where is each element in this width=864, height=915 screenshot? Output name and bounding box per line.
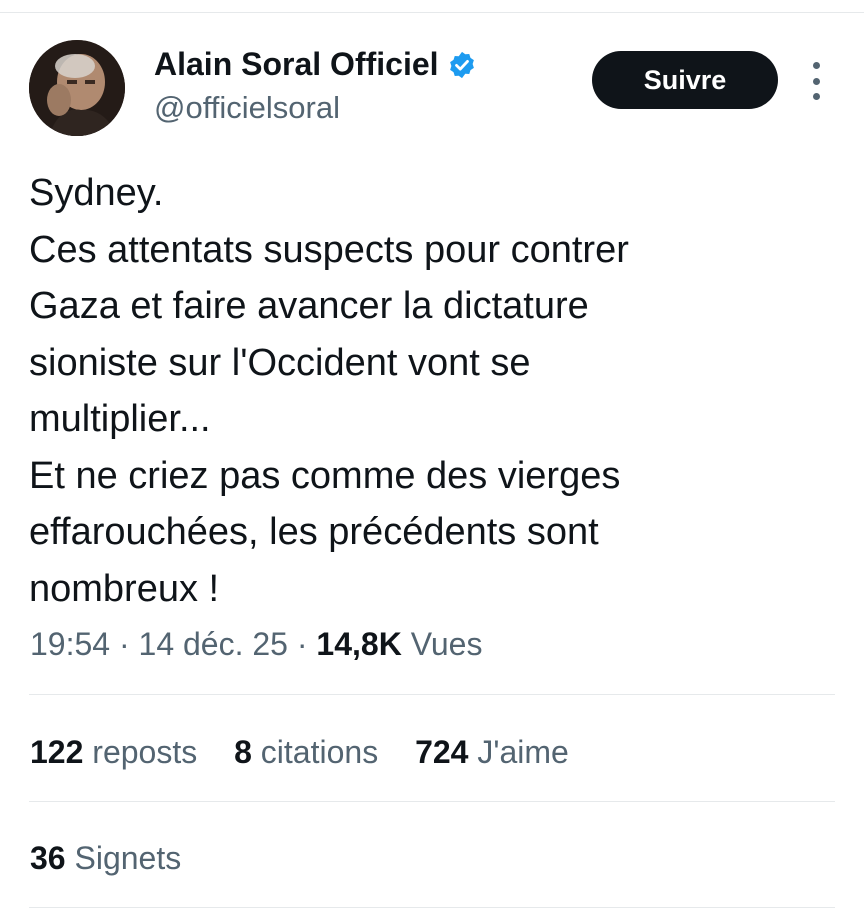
quotes-count: 8 <box>234 734 252 770</box>
more-dot <box>812 77 820 85</box>
likes-count: 724 <box>415 734 469 770</box>
divider <box>29 694 835 695</box>
tweet-line: multiplier... <box>29 398 211 440</box>
reposts-stat[interactable]: 122 reposts <box>30 730 197 774</box>
more-dot <box>812 93 820 100</box>
divider <box>29 907 835 908</box>
engagement-stats: 122 reposts 8 citations 724 J'aime <box>30 730 597 774</box>
follow-button[interactable]: Suivre <box>592 51 778 109</box>
tweet-line: sioniste sur l'Occident vont se <box>29 341 531 384</box>
meta-separator: · <box>296 626 308 662</box>
tweet-line: Gaza et faire avancer la dictature <box>29 285 589 327</box>
top-divider <box>0 12 864 13</box>
bookmarks-count: 36 <box>30 840 66 876</box>
reposts-label: reposts <box>92 734 198 770</box>
avatar-photo <box>29 40 125 136</box>
tweet-line: Sydney. <box>29 172 164 214</box>
reposts-count: 122 <box>30 734 84 770</box>
avatar[interactable] <box>29 40 125 136</box>
divider <box>29 801 835 802</box>
quotes-label: citations <box>260 734 379 770</box>
tweet-line: Et ne criez pas comme des vierges <box>29 454 621 497</box>
tweet-text: Sydney. Ces attentats suspects pour cont… <box>29 165 829 617</box>
tweet-time[interactable]: 19:54 <box>30 626 110 662</box>
more-dot <box>812 62 820 69</box>
views-label[interactable]: Vues <box>411 626 483 662</box>
verified-badge-icon[interactable] <box>447 49 477 79</box>
meta-separator: · <box>118 626 130 662</box>
author-name[interactable]: Alain Soral Officiel <box>154 44 477 84</box>
likes-label: J'aime <box>477 734 569 770</box>
author-handle[interactable]: @officielsoral <box>154 88 340 128</box>
tweet-line: effarouchées, les précédents sont <box>29 511 599 553</box>
author-name-text[interactable]: Alain Soral Officiel <box>154 44 439 84</box>
bookmarks-stat[interactable]: 36 Signets <box>30 836 181 880</box>
tweet-line: nombreux ! <box>29 567 220 610</box>
tweet-meta: 19:54 · 14 déc. 25 · 14,8K Vues <box>30 622 482 666</box>
more-vertical-icon[interactable] <box>808 62 824 100</box>
tweet-line: Ces attentats suspects pour contrer <box>29 228 629 271</box>
bookmarks-label: Signets <box>74 840 182 876</box>
tweet-date[interactable]: 14 déc. 25 <box>139 626 288 662</box>
likes-stat[interactable]: 724 J'aime <box>415 730 569 774</box>
quotes-stat[interactable]: 8 citations <box>234 730 378 774</box>
views-count[interactable]: 14,8K <box>316 626 401 662</box>
